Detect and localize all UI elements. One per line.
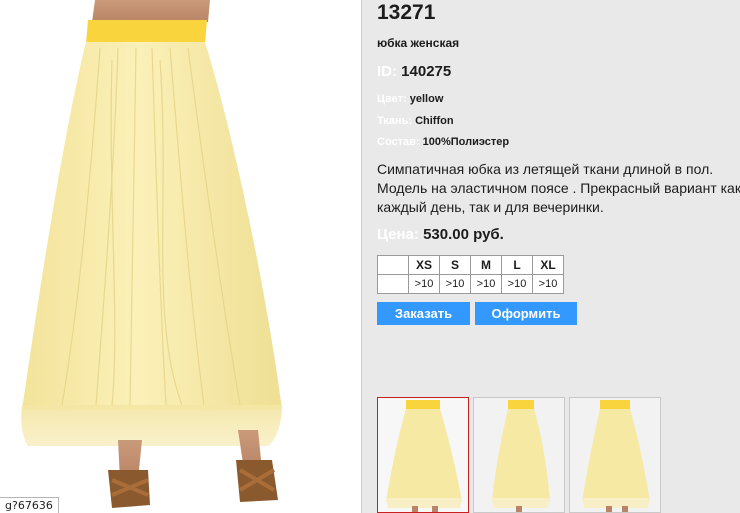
composition-label: Состав: (377, 136, 420, 148)
stock-blank (377, 274, 409, 294)
product-info-panel: 13271 юбка женская ID: 140275 Цвет: yell… (362, 0, 740, 513)
main-product-image[interactable]: g?67636 (0, 0, 362, 513)
price-value: 530.00 руб. (423, 226, 504, 243)
size-m[interactable]: M (470, 255, 502, 275)
size-stock-row: >10 >10 >10 >10 >10 (377, 274, 564, 294)
stock-s: >10 (439, 274, 471, 294)
size-l[interactable]: L (501, 255, 533, 275)
id-label: ID: (377, 63, 397, 80)
composition-attribute: Состав: 100%Полиэстер (377, 136, 509, 148)
stock-xs: >10 (408, 274, 440, 294)
product-description: Симпатичная юбка из летящей ткани длиной… (377, 160, 740, 217)
color-value: yellow (409, 93, 444, 105)
checkout-button[interactable]: Оформить (475, 302, 577, 325)
description-line: каждый день, так и для вечеринки. (377, 199, 604, 215)
thumbnail-2[interactable] (473, 397, 565, 513)
color-label: Цвет: (377, 93, 407, 105)
order-button[interactable]: Заказать (377, 302, 470, 325)
fabric-value: Chiffon (415, 115, 454, 127)
stock-l: >10 (501, 274, 533, 294)
description-line: Модель на эластичном поясе . Прекрасный … (377, 180, 740, 196)
thumbnail-front-image (378, 398, 468, 512)
size-xl[interactable]: XL (532, 255, 564, 275)
stock-xl: >10 (532, 274, 564, 294)
thumbnail-back-image (570, 398, 660, 512)
product-id: ID: 140275 (377, 63, 451, 80)
color-attribute: Цвет: yellow (377, 93, 443, 105)
size-header-blank (377, 255, 409, 275)
id-value: 140275 (401, 63, 452, 80)
size-header-row: XS S M L XL (377, 255, 564, 275)
composition-value: 100%Полиэстер (422, 136, 510, 148)
size-xs[interactable]: XS (408, 255, 440, 275)
price: Цена: 530.00 руб. (377, 226, 504, 243)
skirt-photo (0, 0, 361, 513)
fabric-attribute: Ткань: Chiffon (377, 115, 454, 127)
stock-m: >10 (470, 274, 502, 294)
thumbnail-1[interactable] (377, 397, 469, 513)
size-table: XS S M L XL >10 >10 >10 >10 >10 (377, 255, 564, 294)
size-s[interactable]: S (439, 255, 471, 275)
thumbnail-side-image (474, 398, 564, 512)
thumbnail-3[interactable] (569, 397, 661, 513)
status-url-tooltip: g?67636 (0, 497, 59, 513)
description-line: Симпатичная юбка из летящей ткани длиной… (377, 161, 714, 177)
product-subtitle: юбка женская (377, 36, 460, 50)
product-code: 13271 (377, 1, 436, 24)
price-label: Цена: (377, 226, 419, 243)
fabric-label: Ткань: (377, 115, 412, 127)
